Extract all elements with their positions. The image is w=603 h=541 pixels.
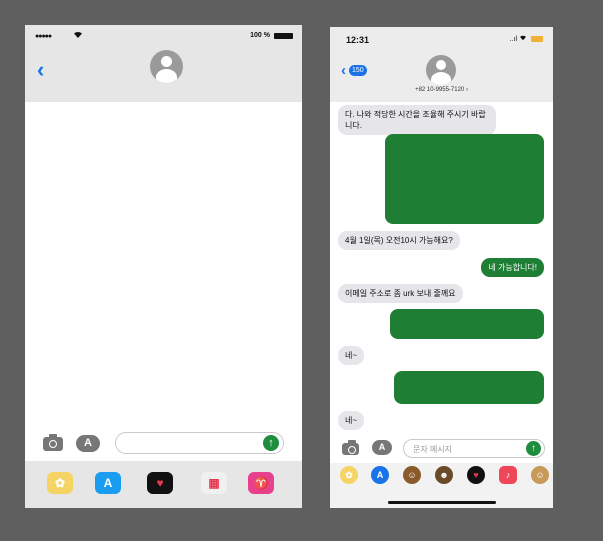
memoji-icon[interactable]: ☺ [531, 466, 549, 484]
conversation-header: 12:31 ..ıl ‹ 150 +82 10-9955-7120 › [330, 27, 553, 102]
incoming-message: 4월 1일(목) 오전10시 가능해요? [338, 231, 460, 250]
message-input[interactable]: 문자 메시지 ↑ [403, 439, 545, 458]
status-time: 12:31 [346, 35, 370, 45]
send-button[interactable]: ↑ [263, 435, 279, 451]
battery-icon [274, 33, 293, 39]
unread-count-badge[interactable]: 150 [349, 65, 367, 76]
incoming-message: 다. 나와 적당한 시간을 조율해 주시기 바랍니다. [338, 105, 496, 135]
phone-screen-right: 12:31 ..ıl ‹ 150 +82 10-9955-7120 › 다. 나… [330, 27, 553, 508]
wifi-icon [519, 35, 529, 43]
incoming-message: 이메일 주소로 좀 urk 보내 줄께요 [338, 284, 463, 303]
contact-avatar[interactable] [426, 55, 456, 85]
outgoing-message-redacted [385, 134, 544, 224]
conversation-header: ●●●●● 100 % ‹ [25, 25, 302, 102]
photos-app-icon[interactable]: ✿ [340, 466, 358, 484]
app-tray: ✿ A ☺ ☻ ♥ ♪ ☺ [330, 463, 553, 508]
outgoing-message-redacted [394, 371, 544, 404]
app-store-tray-icon[interactable]: A [371, 466, 389, 484]
phone-screen-left: ●●●●● 100 % ‹ A ↑ ✿ A ♥ ▦ ♈ [25, 25, 302, 508]
battery-percent: 100 % [250, 32, 270, 39]
battery-icon [531, 36, 543, 43]
status-icons: ..ıl [510, 35, 543, 43]
app-store-tray-icon[interactable]: A [95, 472, 121, 494]
signal-strength-icon: ●●●●● [35, 33, 52, 40]
compose-bar: A ↑ [25, 430, 302, 460]
digital-touch-icon[interactable]: ♥ [467, 466, 485, 484]
outgoing-message-redacted [390, 309, 544, 339]
send-button[interactable]: ↑ [526, 441, 541, 456]
app-store-icon[interactable]: A [372, 440, 392, 455]
app-tray: ✿ A ♥ ▦ ♈ [25, 461, 302, 508]
message-input-placeholder: 문자 메시지 [413, 445, 453, 454]
compose-bar: A 문자 메시지 ↑ [330, 437, 553, 463]
camera-icon[interactable] [43, 434, 63, 451]
contact-avatar[interactable] [150, 50, 183, 83]
camera-icon[interactable] [342, 440, 359, 455]
memoji-icon[interactable]: ☻ [435, 466, 453, 484]
back-button[interactable]: ‹ [37, 59, 44, 81]
outgoing-message: 네 가능합니다! [481, 258, 544, 277]
photos-app-icon[interactable]: ✿ [47, 472, 73, 494]
digital-touch-icon[interactable]: ♥ [147, 472, 173, 494]
calendar-app-icon[interactable]: ▦ [201, 472, 227, 494]
memoji-icon[interactable]: ☺ [403, 466, 421, 484]
incoming-message: 네~ [338, 346, 365, 365]
message-input[interactable]: ↑ [115, 432, 284, 454]
incoming-message: 네~ [338, 411, 365, 430]
wifi-icon [73, 31, 83, 41]
home-indicator[interactable] [388, 501, 496, 504]
app-store-icon[interactable]: A [76, 435, 100, 452]
back-button[interactable]: ‹ [341, 63, 346, 78]
contact-phone-number[interactable]: +82 10-9955-7120 › [330, 87, 553, 93]
hanger-app-icon[interactable]: ♈ [248, 472, 274, 494]
signal-strength-icon: ..ıl [509, 36, 518, 43]
music-app-icon[interactable]: ♪ [499, 466, 517, 484]
